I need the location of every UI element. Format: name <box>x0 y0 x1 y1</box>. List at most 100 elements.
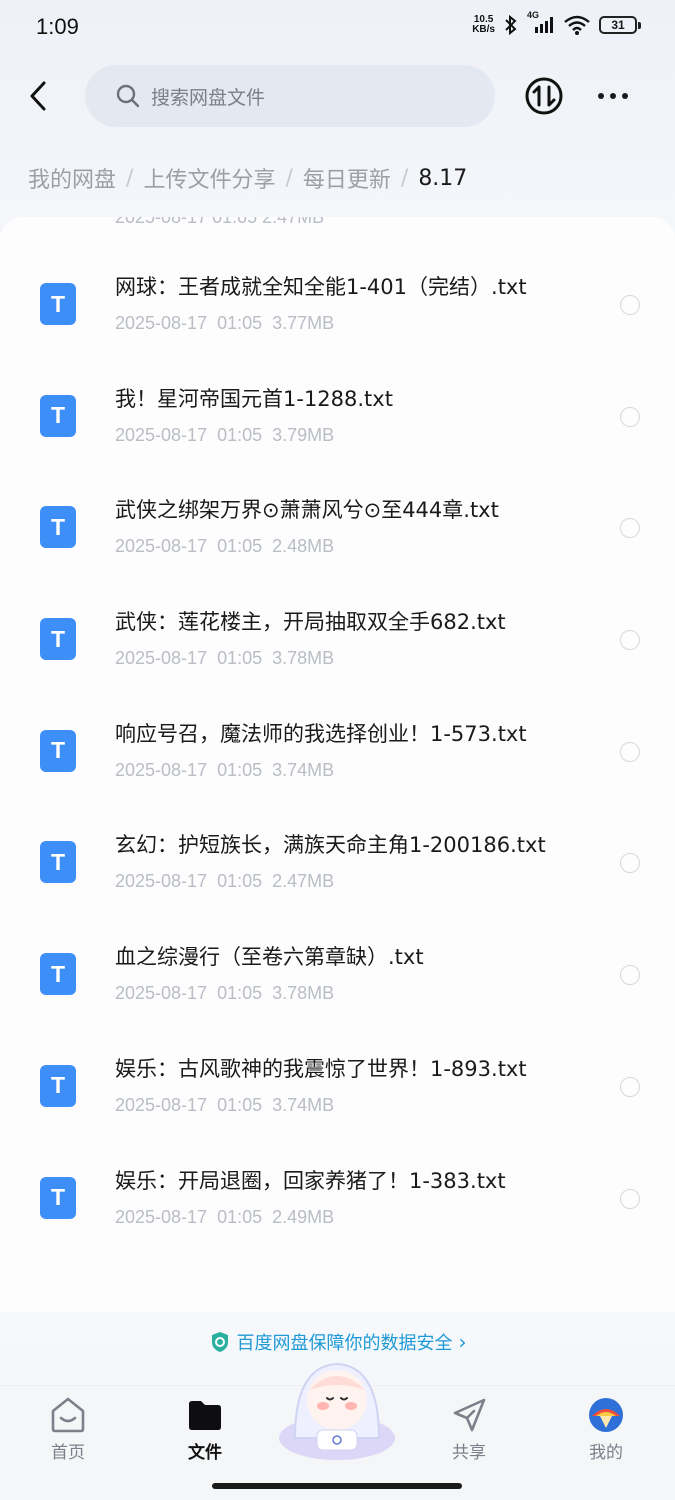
file-select-checkbox[interactable] <box>620 1188 640 1209</box>
bottom-navigation: 首页 文件 共享 我的 <box>0 1362 675 1500</box>
home-smile-icon <box>51 1397 85 1433</box>
file-select-checkbox[interactable] <box>620 965 640 986</box>
file-name: 网球：王者成就全知全能1-401（完结）.txt <box>115 275 527 299</box>
file-date: 2025-08-17 <box>115 1206 208 1227</box>
status-icons: 10.5 KB/s 4G 31 <box>472 10 641 36</box>
file-size: 2.48MB <box>272 536 335 557</box>
partial-row-meta: 2025-08-17 01:05 2.47MB <box>115 217 325 227</box>
breadcrumb: 我的网盘 / 上传文件分享 / 每日更新 / 8.17 <box>28 160 467 196</box>
transfer-icon <box>525 77 563 115</box>
nav-share[interactable]: 共享 <box>424 1396 514 1463</box>
network-speed: 10.5 KB/s <box>472 15 495 35</box>
file-meta: 2025-08-17 01:05 3.79MB <box>115 425 344 446</box>
file-date: 2025-08-17 <box>115 313 208 333</box>
file-time: 01:05 <box>217 983 263 1004</box>
file-select-checkbox[interactable] <box>620 518 640 539</box>
breadcrumb-item-daily-update[interactable]: 每日更新 <box>303 162 391 194</box>
nav-home-label: 首页 <box>51 1443 85 1463</box>
file-select-checkbox[interactable] <box>620 406 640 427</box>
bluetooth-icon <box>503 14 519 36</box>
ai-assistant-mascot[interactable] <box>275 1356 400 1466</box>
file-name: 武侠之绑架万界⊙萧萧风兮⊙至444章.txt <box>115 498 499 523</box>
file-row[interactable]: T 武侠：莲花楼主，开局抽取双全手682.txt 2025-08-17 01:05 3.… <box>0 578 675 690</box>
file-name: 我！星河帝国元首1-1288.txt <box>115 386 393 411</box>
file-meta: 2025-08-17 01:05 3.74MB <box>115 760 344 781</box>
network-speed-unit: KB/s <box>472 24 495 35</box>
file-row[interactable]: T 血之综漫行（至卷六第章缺）.txt 2025-08-17 01:05 3.78MB <box>0 913 675 1025</box>
signal-type-label: 4G <box>527 10 540 20</box>
top-bar: 搜索网盘文件 <box>0 62 675 128</box>
file-meta: 2025-08-17 01:05 2.49MB <box>115 1207 344 1228</box>
file-size: 3.78MB <box>272 983 335 1004</box>
file-size: 3.79MB <box>272 424 335 445</box>
file-meta: 2025-08-17 01:05 3.78MB <box>115 648 344 669</box>
file-size: 3.78MB <box>272 648 335 669</box>
txt-file-icon: T <box>40 283 76 325</box>
file-date: 2025-08-17 <box>115 424 208 445</box>
file-time: 01:05 <box>217 313 263 333</box>
more-options-button[interactable] <box>592 82 634 110</box>
file-meta: 2025-08-17 01:05 2.48MB <box>115 536 344 557</box>
back-button[interactable] <box>22 76 54 116</box>
user-avatar-icon <box>589 1398 623 1432</box>
file-row[interactable]: T 我！星河帝国元首1-1288.txt 2025-08-17 01:05 3.79MB <box>0 355 675 467</box>
search-icon <box>116 84 140 108</box>
folder-icon <box>189 1401 221 1430</box>
file-time: 01:05 <box>217 1094 263 1115</box>
chevron-right-icon: › <box>458 1330 467 1354</box>
txt-file-icon: T <box>40 618 76 661</box>
file-row[interactable]: T 网球：王者成就全知全能1-401（完结）.txt 2025-08-17 01:05… <box>0 243 675 355</box>
nav-files[interactable]: 文件 <box>160 1396 250 1463</box>
breadcrumb-item-upload-share[interactable]: 上传文件分享 <box>143 162 275 194</box>
txt-file-icon: T <box>40 506 76 549</box>
file-select-checkbox[interactable] <box>620 295 640 315</box>
file-size: 2.47MB <box>272 871 335 892</box>
file-select-checkbox[interactable] <box>620 630 640 651</box>
search-input[interactable]: 搜索网盘文件 <box>85 65 495 127</box>
txt-file-icon: T <box>40 1064 76 1107</box>
txt-file-icon: T <box>40 841 76 884</box>
back-arrow-icon <box>30 81 46 111</box>
breadcrumb-item-my-drive[interactable]: 我的网盘 <box>28 162 116 194</box>
nav-files-label: 文件 <box>188 1443 222 1463</box>
nav-home[interactable]: 首页 <box>23 1396 113 1463</box>
file-time: 01:05 <box>217 759 263 780</box>
home-indicator[interactable] <box>212 1483 462 1489</box>
status-bar: 1:09 10.5 KB/s 4G 31 <box>0 0 675 58</box>
file-time: 01:05 <box>217 1206 263 1227</box>
nav-mine-label: 我的 <box>589 1443 623 1463</box>
file-time: 01:05 <box>217 424 263 445</box>
file-row[interactable]: T 玄幻：护短族长，满族天命主角1-200186.txt 2025-08-17 01:… <box>0 801 675 913</box>
battery-icon: 31 <box>599 16 641 34</box>
security-banner-text: 百度网盘保障你的数据安全 <box>236 1333 453 1354</box>
file-date: 2025-08-17 <box>115 983 208 1004</box>
txt-file-icon: T <box>40 729 76 772</box>
file-time: 01:05 <box>217 871 263 892</box>
file-date: 2025-08-17 <box>115 536 208 557</box>
file-meta: 2025-08-17 01:05 2.47MB <box>115 871 344 892</box>
file-meta: 2025-08-17 01:05 3.77MB <box>115 313 344 334</box>
search-placeholder: 搜索网盘文件 <box>151 86 266 109</box>
file-list: T 网球：王者成就全知全能1-401（完结）.txt 2025-08-17 01:05… <box>0 243 675 1248</box>
file-row[interactable]: T 响应号召，魔法师的我选择创业！1-573.txt 2025-08-17 01:05… <box>0 690 675 802</box>
txt-file-icon: T <box>40 1176 76 1219</box>
breadcrumb-separator: / <box>126 165 134 191</box>
file-select-checkbox[interactable] <box>620 1076 640 1097</box>
mascot-icon <box>279 1362 395 1460</box>
transfer-list-button[interactable] <box>524 76 564 116</box>
file-row[interactable]: T 娱乐：古风歌神的我震惊了世界！1-893.txt 2025-08-17 01:05… <box>0 1025 675 1137</box>
paper-plane-icon <box>453 1398 486 1432</box>
txt-file-icon: T <box>40 953 76 996</box>
file-list-panel: 2025-08-17 01:05 2.47MB T 网球：王者成就全知全能1-40… <box>0 217 675 1312</box>
file-date: 2025-08-17 <box>115 871 208 892</box>
file-date: 2025-08-17 <box>115 1094 208 1115</box>
battery-level: 31 <box>599 16 637 34</box>
file-meta: 2025-08-17 01:05 3.78MB <box>115 983 344 1004</box>
file-select-checkbox[interactable] <box>620 853 640 874</box>
nav-mine[interactable]: 我的 <box>561 1396 651 1463</box>
file-row[interactable]: T 武侠之绑架万界⊙萧萧风兮⊙至444章.txt 2025-08-17 01:05 2.… <box>0 466 675 578</box>
file-select-checkbox[interactable] <box>620 741 640 762</box>
file-name: 武侠：莲花楼主，开局抽取双全手682.txt <box>115 610 506 635</box>
file-name: 玄幻：护短族长，满族天命主角1-200186.txt <box>115 833 546 858</box>
file-row[interactable]: T 娱乐：开局退圈，回家养猪了！1-383.txt 2025-08-17 01:05 2… <box>0 1137 675 1249</box>
